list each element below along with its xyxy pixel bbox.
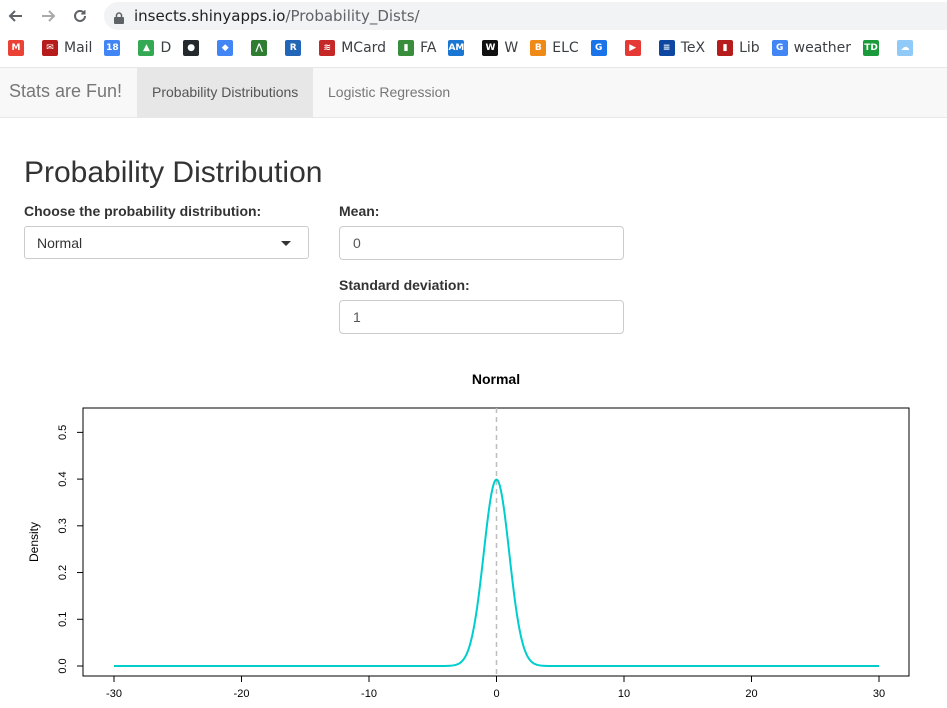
mean-input[interactable]: [339, 226, 624, 260]
y-tick-label: 0.1: [57, 612, 69, 627]
sd-label: Standard deviation:: [339, 277, 470, 293]
elc-icon: B: [530, 39, 547, 56]
bookmark-label: MCard: [341, 39, 387, 56]
amex-icon: AM: [448, 39, 465, 56]
bookmarks-bar: M ✉ Mail 18 ▲ D ● ◆ ⋀ R ≋ MCard ▮ FA AM W W B ELC G ▶ ≡ TeX ▮ Li…: [0, 33, 947, 62]
y-axis-label: Density: [27, 522, 41, 562]
lock-icon: [114, 10, 124, 24]
forward-icon[interactable]: [37, 5, 59, 27]
x-tick-label: -20: [234, 688, 250, 700]
chart-title: Normal: [472, 371, 520, 387]
y-tick-label: 0.2: [57, 565, 69, 580]
bookmark-item[interactable]: ●: [183, 39, 205, 56]
x-tick-label: -30: [106, 688, 122, 700]
back-icon[interactable]: [5, 5, 27, 27]
y-tick-label: 0.4: [57, 471, 69, 486]
google-icon: G: [771, 39, 788, 56]
x-axis: -30 -20 -10 0 10 20 30: [106, 675, 885, 700]
tex-icon: ≡: [658, 39, 675, 56]
gmail-icon: M: [8, 39, 24, 56]
bookmark-label: Mail: [64, 39, 93, 56]
bookmark-item[interactable]: R: [285, 39, 307, 56]
bookmark-item[interactable]: ☁: [897, 39, 919, 56]
bookmark-item[interactable]: ✉ Mail: [42, 39, 93, 56]
wikipedia-icon: W: [482, 39, 499, 56]
tab-logistic-regression[interactable]: Logistic Regression: [313, 68, 465, 117]
youtube-icon: ▶: [624, 39, 641, 56]
calendar-icon: 18: [104, 39, 121, 56]
x-tick-label: -10: [361, 688, 377, 700]
y-tick-label: 0.0: [57, 658, 69, 673]
bookmark-item[interactable]: ▮ FA: [398, 39, 437, 56]
bookmark-item[interactable]: Gweather: [771, 39, 852, 56]
sd-input[interactable]: [339, 300, 624, 334]
bookmark-item[interactable]: WW: [482, 39, 519, 56]
bookmark-item[interactable]: ▶: [624, 39, 647, 56]
github-icon: ●: [183, 39, 200, 56]
bookmark-item[interactable]: AM: [448, 39, 470, 56]
distribution-chart: Normal Density -30 -20 -10 0 10 20 30 0.00.10.…: [27, 371, 910, 700]
navbar-brand[interactable]: Stats are Fun!: [9, 81, 122, 102]
bookmark-item[interactable]: B ELC: [530, 39, 579, 56]
td-icon: TD: [863, 39, 880, 56]
cloud-icon: ☁: [897, 39, 914, 56]
mean-label: Mean:: [339, 203, 380, 219]
bookmark-label: W: [504, 39, 519, 56]
address-bar[interactable]: insects.shinyapps.io/Probability_Dists/: [104, 2, 947, 30]
bookmark-label: Lib: [739, 39, 760, 56]
r-icon: R: [285, 39, 302, 56]
bank-icon: ≋: [319, 39, 336, 56]
x-tick-label: 0: [493, 688, 499, 700]
bookmark-item[interactable]: ≡ TeX: [658, 39, 706, 56]
bookmark-item[interactable]: ◆: [217, 39, 239, 56]
bookmark-item[interactable]: 18: [104, 39, 126, 56]
browser-toolbar: insects.shinyapps.io/Probability_Dists/: [0, 0, 947, 32]
library-icon: ▮: [717, 39, 734, 56]
bookmark-label: weather: [793, 39, 852, 56]
drive-icon: ▲: [138, 39, 155, 56]
y-tick-label: 0.3: [57, 518, 69, 533]
bookmark-item[interactable]: TD: [863, 39, 885, 56]
url-path: /Probability_Dists/: [285, 7, 420, 25]
app-navbar: Stats are Fun! Probability Distributions…: [0, 67, 947, 118]
bookmark-item[interactable]: ▲ D: [138, 39, 172, 56]
url-host: insects.shinyapps.io: [134, 7, 286, 25]
bookmark-label: FA: [420, 39, 437, 56]
bookmark-label: TeX: [680, 39, 706, 56]
bookmark-item[interactable]: ≋ MCard: [319, 39, 387, 56]
distribution-select-value: Normal: [37, 235, 83, 251]
x-tick-label: 30: [873, 688, 885, 700]
distribution-label: Choose the probability distribution:: [24, 203, 262, 219]
bookmark-item[interactable]: M: [8, 39, 30, 56]
page-title: Probability Distribution: [24, 156, 323, 189]
chevron-down-icon: [281, 241, 291, 246]
mail-icon: ✉: [42, 39, 58, 56]
graduation-cap-icon: ◆: [217, 39, 234, 56]
bookmark-label: D: [160, 39, 172, 56]
bookmark-item[interactable]: G: [590, 39, 613, 56]
distribution-select[interactable]: Normal: [24, 226, 309, 259]
y-axis: 0.0 0.1 0.2 0.3 0.4 0.5: [57, 425, 84, 674]
fa-icon: ▮: [398, 39, 415, 56]
bookmark-label: ELC: [552, 39, 579, 56]
bookmark-item[interactable]: ⋀: [251, 39, 273, 56]
bookmark-item[interactable]: ▮ Lib: [717, 39, 760, 56]
reload-icon[interactable]: [69, 5, 91, 27]
tab-probability-distributions[interactable]: Probability Distributions: [137, 68, 314, 117]
google-classroom-icon: G: [590, 39, 607, 56]
x-tick-label: 20: [745, 688, 757, 700]
x-tick-label: 10: [618, 688, 630, 700]
y-tick-label: 0.5: [57, 425, 69, 440]
analytics-icon: ⋀: [251, 39, 268, 56]
